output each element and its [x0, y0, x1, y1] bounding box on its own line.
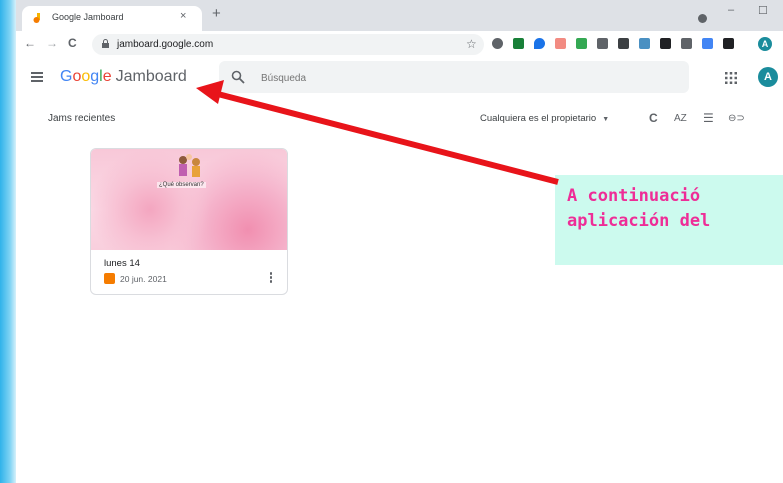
- extension-sheets-icon[interactable]: [513, 38, 524, 49]
- back-button[interactable]: ←: [24, 36, 36, 50]
- more-options-icon[interactable]: [269, 272, 273, 284]
- extension-cast-icon[interactable]: [681, 38, 692, 49]
- section-title: Jams recientes: [48, 113, 116, 124]
- search-box[interactable]: [219, 61, 689, 93]
- lock-icon: [102, 39, 109, 48]
- thumbnail-caption: ¿Qué observan?: [157, 182, 206, 188]
- reload-button[interactable]: C: [68, 36, 77, 50]
- annotation-callout: A continuació aplicación del: [555, 175, 783, 265]
- owner-filter-dropdown[interactable]: Cualquiera es el propietario ▼: [480, 113, 609, 124]
- sort-az-icon[interactable]: AZ: [674, 113, 687, 124]
- search-input[interactable]: [259, 69, 663, 87]
- maximize-button[interactable]: ☐: [758, 4, 768, 17]
- new-tab-button[interactable]: +: [212, 5, 221, 22]
- tab-strip: Google Jamboard × + – ☐: [16, 0, 783, 31]
- extensions-puzzle-icon[interactable]: [723, 38, 734, 49]
- caret-down-icon: ▼: [602, 116, 610, 123]
- address-bar[interactable]: jamboard.google.com ☆: [92, 34, 484, 55]
- app-header: GoogleJamboard A: [16, 58, 783, 98]
- jam-name: lunes 14: [104, 258, 140, 269]
- refresh-icon[interactable]: C: [649, 111, 658, 125]
- list-view-icon[interactable]: ☰: [703, 111, 714, 125]
- search-icon: [231, 70, 245, 84]
- jamboard-file-icon: [104, 273, 115, 284]
- annotation-text: A continuació aplicación del: [567, 186, 711, 231]
- extension-screen-icon[interactable]: [639, 38, 650, 49]
- tab-title: Google Jamboard: [52, 12, 124, 22]
- menu-icon[interactable]: [31, 72, 43, 82]
- jamboard-favicon-icon: [33, 13, 40, 23]
- extension-square-icon[interactable]: [618, 38, 629, 49]
- minimize-button[interactable]: –: [728, 4, 734, 16]
- jam-date: 20 jun. 2021: [120, 274, 167, 284]
- profile-indicator-icon[interactable]: [698, 14, 707, 23]
- browser-profile-avatar[interactable]: A: [758, 37, 772, 51]
- extension-device-icon[interactable]: [597, 38, 608, 49]
- forward-button[interactable]: →: [46, 36, 58, 50]
- jam-thumbnail: ¿Qué observan?: [91, 149, 287, 250]
- jam-card[interactable]: ¿Qué observan? lunes 14 20 jun. 2021: [90, 148, 288, 295]
- owner-filter-label: Cualquiera es el propietario: [480, 113, 597, 124]
- extension-arrows-icon[interactable]: [555, 38, 566, 49]
- tab-jamboard[interactable]: Google Jamboard ×: [22, 6, 202, 31]
- product-name: Jamboard: [115, 68, 187, 85]
- browser-toolbar: ← → C jamboard.google.com ☆ A: [16, 31, 783, 59]
- extension-check-icon[interactable]: [492, 38, 503, 49]
- children-illustration-icon: [179, 154, 200, 177]
- google-jamboard-logo[interactable]: Google Jamboard: [60, 68, 187, 86]
- url-text: jamboard.google.com: [117, 39, 214, 50]
- extension-green-icon[interactable]: [576, 38, 587, 49]
- bookmark-star-icon[interactable]: ☆: [466, 37, 477, 51]
- extension-pen-icon[interactable]: [702, 38, 713, 49]
- extension-drop-icon[interactable]: [534, 38, 545, 49]
- apps-grid-icon[interactable]: [725, 72, 737, 84]
- extension-speaker-icon[interactable]: [660, 38, 671, 49]
- tab-close-icon[interactable]: ×: [180, 10, 186, 22]
- link-icon[interactable]: ⊖⊃: [728, 113, 745, 124]
- account-avatar[interactable]: A: [758, 67, 778, 87]
